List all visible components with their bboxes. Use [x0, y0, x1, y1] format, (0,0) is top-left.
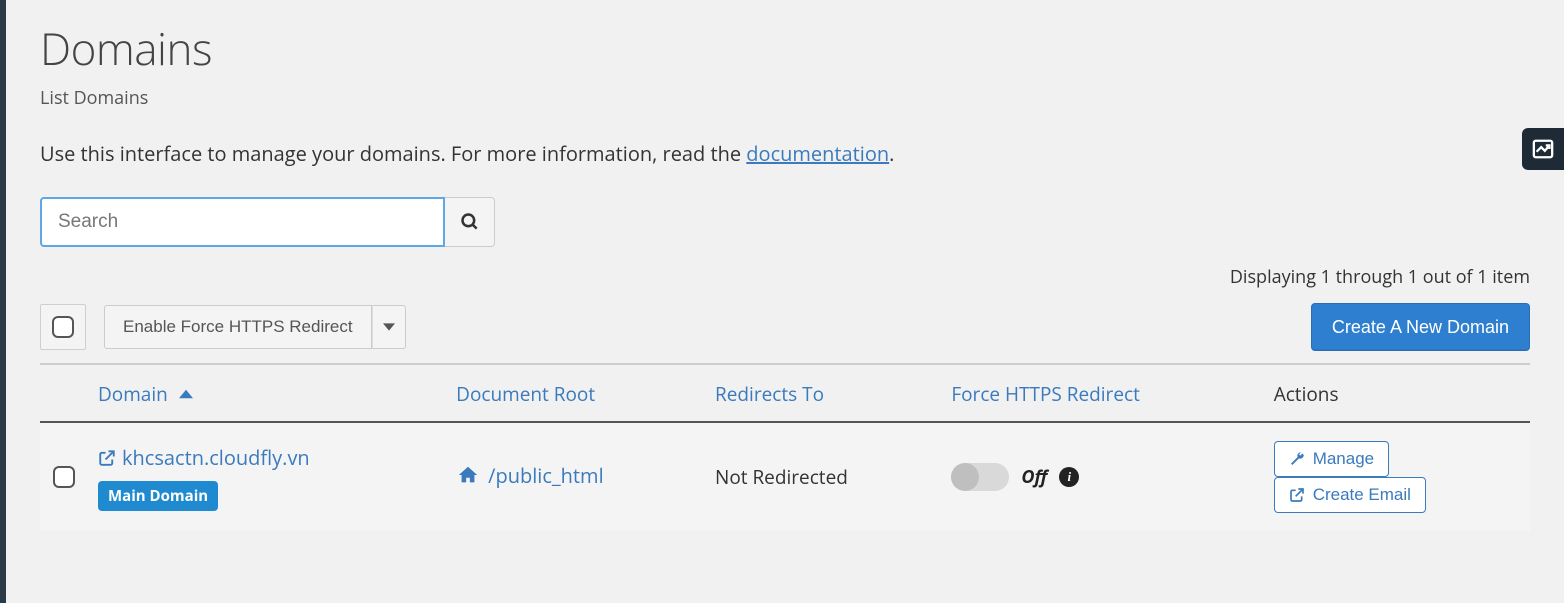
sort-asc-icon: [179, 381, 193, 407]
intro-suffix: .: [889, 140, 894, 167]
intro-text: Use this interface to manage your domain…: [40, 140, 1530, 167]
info-icon[interactable]: i: [1059, 467, 1079, 487]
documentation-link[interactable]: documentation: [746, 140, 889, 167]
col-document-root[interactable]: Document Root: [446, 365, 705, 422]
domain-name: khcsactn.cloudfly.vn: [122, 444, 310, 471]
col-checkbox: [40, 365, 88, 422]
enable-force-https-button[interactable]: Enable Force HTTPS Redirect: [104, 305, 372, 349]
manage-label: Manage: [1313, 449, 1374, 469]
redirects-to-value: Not Redirected: [705, 422, 941, 531]
create-email-label: Create Email: [1313, 485, 1411, 505]
caret-down-icon: [383, 321, 395, 333]
wrench-icon: [1289, 451, 1305, 467]
stats-side-tab[interactable]: [1522, 128, 1564, 170]
manage-button[interactable]: Manage: [1274, 441, 1389, 477]
col-domain-label: Domain: [98, 381, 168, 407]
document-root-path: /public_html: [488, 462, 603, 489]
intro-prefix: Use this interface to manage your domain…: [40, 140, 746, 167]
main-domain-badge: Main Domain: [98, 481, 218, 511]
col-force-https[interactable]: Force HTTPS Redirect: [941, 365, 1263, 422]
external-link-icon: [1289, 487, 1305, 503]
select-all-checkbox[interactable]: [52, 316, 74, 338]
table-row: khcsactn.cloudfly.vn Main Domain /public…: [40, 422, 1530, 531]
force-https-state: Off: [1021, 465, 1047, 489]
search-input[interactable]: [40, 197, 445, 247]
create-new-domain-button[interactable]: Create A New Domain: [1311, 303, 1530, 351]
home-icon: [456, 464, 480, 486]
col-domain[interactable]: Domain: [88, 365, 446, 422]
page-title: Domains: [40, 18, 1530, 78]
domain-link[interactable]: khcsactn.cloudfly.vn: [98, 444, 310, 471]
document-root-link[interactable]: /public_html: [456, 462, 603, 489]
col-redirects-to[interactable]: Redirects To: [705, 365, 941, 422]
result-count: Displaying 1 through 1 out of 1 item: [40, 265, 1530, 289]
enable-force-https-dropdown[interactable]: [372, 305, 406, 349]
row-checkbox[interactable]: [53, 466, 75, 488]
search-icon: [460, 212, 480, 232]
search-button[interactable]: [445, 197, 495, 247]
chart-icon: [1532, 138, 1554, 160]
force-https-toggle[interactable]: [951, 463, 1009, 491]
page-subtitle: List Domains: [40, 86, 1530, 110]
select-all-wrapper[interactable]: [40, 304, 86, 350]
external-link-icon: [98, 449, 116, 467]
col-actions: Actions: [1264, 365, 1530, 422]
create-email-button[interactable]: Create Email: [1274, 477, 1426, 513]
